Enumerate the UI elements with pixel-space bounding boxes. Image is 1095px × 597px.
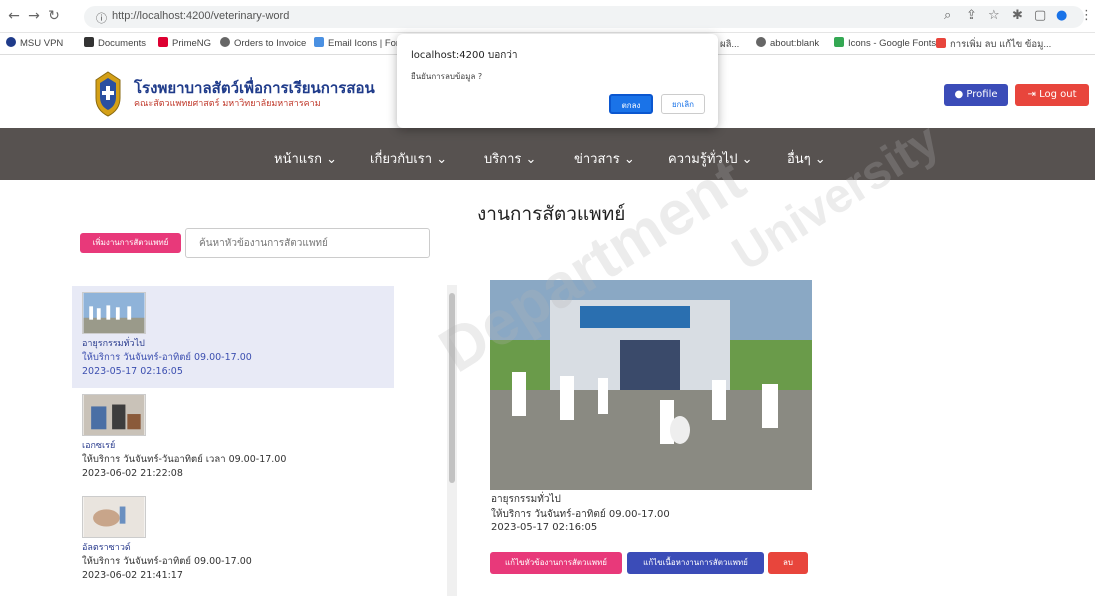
zoom-icon[interactable]: ⌕ [944, 8, 951, 23]
detail-photo [490, 280, 812, 490]
service-list: อายุรกรรมทั่วไป ให้บริการ วันจันทร์-อาทิ… [72, 286, 394, 596]
search-placeholder: ค้นหาหัวข้องานการสัตวแพทย์ [199, 238, 328, 249]
list-item[interactable]: เอกซเรย์ ให้บริการ วันจันทร์-วันอาทิตย์ … [72, 388, 394, 490]
back-icon[interactable]: ← [6, 8, 22, 24]
globe-icon [220, 37, 230, 47]
bookmark-icon [936, 38, 946, 48]
dialog-cancel-button[interactable]: ยกเลิก [661, 94, 705, 114]
forward-icon[interactable]: → [26, 8, 42, 24]
bookmark-email-icons[interactable]: Email Icons | Font [314, 37, 404, 49]
globe-icon [756, 37, 766, 47]
nav-knowledge[interactable]: ความรู้ทั่วไป ⌄ [668, 148, 753, 169]
scrollbar-thumb[interactable] [449, 293, 455, 483]
star-icon[interactable]: ☆ [988, 8, 1000, 23]
fonts-icon [834, 37, 844, 47]
user-icon: ● [954, 89, 964, 100]
bookmark-msu-vpn[interactable]: MSU VPN [6, 37, 63, 49]
bookmark-orders[interactable]: Orders to Invoice [220, 37, 306, 49]
hospital-logo [95, 71, 121, 117]
bookmark-about-blank[interactable]: about:blank [756, 37, 819, 49]
shield-icon [158, 37, 168, 47]
detail-date: 2023-05-17 02:16:05 [491, 522, 598, 533]
bookmark-primeng[interactable]: PrimeNG [158, 37, 211, 49]
bookmark-misc[interactable]: ผลิ... [720, 37, 739, 52]
thumbnail-image [82, 496, 146, 538]
profile-avatar-icon[interactable]: ● [1056, 8, 1067, 23]
page-title: งานการสัตวแพทย์ [477, 203, 626, 225]
reload-icon[interactable]: ↻ [46, 8, 62, 24]
nav-news[interactable]: ข่าวสาร ⌄ [574, 148, 635, 169]
logout-button[interactable]: ⇥ Log out [1015, 84, 1089, 106]
list-item-title: อายุรกรรมทั่วไป [82, 339, 145, 349]
nav-home[interactable]: หน้าแรก ⌄ [274, 148, 337, 169]
list-item-desc: ให้บริการ วันจันทร์-อาทิตย์ 09.00-17.00 [82, 556, 252, 567]
url-text: http://localhost:4200/veterinary-word [112, 10, 290, 22]
edit-title-button[interactable]: แก้ไขหัวข้องานการสัตวแพทย์ [490, 552, 622, 574]
bookmark-documents[interactable]: Documents [84, 37, 146, 49]
nav-about[interactable]: เกี่ยวกับเรา ⌄ [370, 148, 447, 169]
logout-icon: ⇥ [1027, 89, 1036, 100]
list-item-desc: ให้บริการ วันจันทร์-วันอาทิตย์ เวลา 09.0… [82, 454, 287, 465]
list-item-title: อัลตราซาวด์ [82, 543, 131, 553]
share-icon[interactable]: ⇪ [966, 8, 977, 23]
bookmark-google-fonts[interactable]: Icons - Google Fonts [834, 37, 936, 49]
delete-button[interactable]: ลบ [768, 552, 808, 574]
dialog-message: ยืนยันการลบข้อมูล ? [411, 72, 483, 81]
info-icon[interactable]: ⓘ [96, 10, 107, 26]
detail-desc: ให้บริการ วันจันทร์-อาทิตย์ 09.00-17.00 [491, 509, 670, 520]
list-item-date: 2023-06-02 21:22:08 [82, 468, 183, 479]
thumbnail-image [82, 394, 146, 436]
add-service-button[interactable]: เพิ่มงานการสัตวแพทย์ [80, 233, 181, 253]
nav-services[interactable]: บริการ ⌄ [484, 148, 536, 169]
list-item-date: 2023-05-17 02:16:05 [82, 366, 183, 377]
site-subtitle: คณะสัตวแพทยศาสตร์ มหาวิทยาลัยมหาสารคาม [134, 99, 321, 109]
list-item-date: 2023-06-02 21:41:17 [82, 570, 183, 581]
bookmark-crud[interactable]: การเพิ่ม ลบ แก้ไข ข้อมู... [936, 37, 1051, 52]
extensions-icon[interactable]: ✱ [1012, 8, 1023, 23]
main-navbar [0, 128, 1095, 180]
profile-button[interactable]: ● Profile [944, 84, 1008, 106]
document-icon [84, 37, 94, 47]
nav-others[interactable]: อื่นๆ ⌄ [787, 148, 826, 169]
dialog-title: localhost:4200 บอกว่า [411, 50, 518, 61]
confirm-dialog: localhost:4200 บอกว่า ยืนยันการลบข้อมูล … [397, 34, 718, 128]
menu-icon[interactable]: ⋮ [1080, 8, 1093, 23]
dialog-ok-button[interactable]: ตกลง [609, 94, 653, 114]
list-item[interactable]: อายุรกรรมทั่วไป ให้บริการ วันจันทร์-อาทิ… [72, 286, 394, 388]
list-item-desc: ให้บริการ วันจันทร์-อาทิตย์ 09.00-17.00 [82, 352, 252, 363]
vpn-icon [6, 37, 16, 47]
thumbnail-image [82, 292, 146, 334]
sidepanel-icon[interactable]: ▢ [1034, 8, 1046, 23]
edit-content-button[interactable]: แก้ไขเนื้อหางานการสัตวแพทย์ [627, 552, 764, 574]
flag-icon [314, 37, 324, 47]
detail-title: อายุรกรรมทั่วไป [491, 494, 561, 505]
list-item-title: เอกซเรย์ [82, 441, 116, 451]
list-item[interactable]: อัลตราซาวด์ ให้บริการ วันจันทร์-อาทิตย์ … [72, 490, 394, 592]
